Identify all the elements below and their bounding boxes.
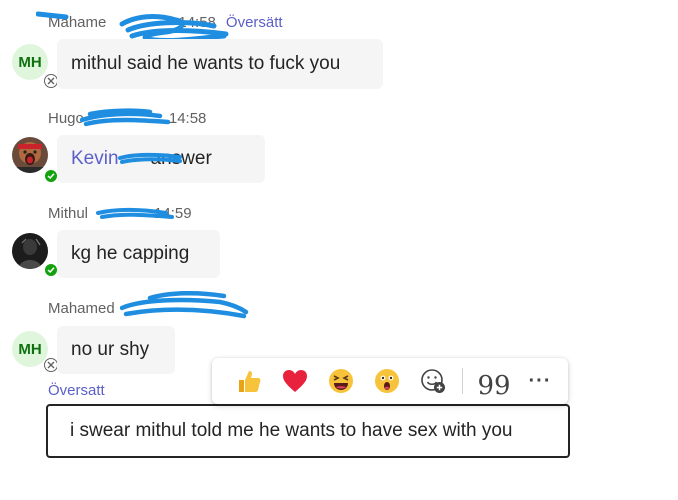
message-bubble[interactable]: Kevin answer: [57, 135, 265, 183]
translation-box: i swear mithul told me he wants to have …: [46, 404, 570, 458]
avatar[interactable]: [12, 233, 48, 269]
offline-status-icon: [44, 74, 58, 88]
surprised-face-icon: [375, 369, 399, 393]
message-bubble[interactable]: no ur shy: [57, 326, 175, 374]
reaction-like[interactable]: [226, 358, 272, 404]
message-bubble[interactable]: mithul said he wants to fuck you: [57, 39, 383, 89]
sender-name: Mahamed: [48, 300, 115, 317]
avatar[interactable]: MH: [12, 44, 48, 80]
reaction-surprised[interactable]: [364, 358, 410, 404]
user-mention[interactable]: Kevin: [71, 148, 119, 170]
quote-button[interactable]: 99: [471, 358, 517, 404]
translation-text: i swear mithul told me he wants to have …: [70, 420, 513, 441]
redaction-scribble: [120, 290, 249, 319]
message-text: kg he capping: [71, 243, 190, 264]
offline-status-icon: [44, 358, 58, 372]
message-3-header: Mithul 14:59: [48, 205, 192, 222]
reaction-heart[interactable]: [272, 358, 318, 404]
reaction-bar: 99 ···: [212, 358, 568, 404]
timestamp: 14:58: [178, 14, 216, 31]
thumbs-up-icon: [239, 371, 261, 392]
message-text: mithul said he wants to fuck you: [71, 53, 341, 74]
reaction-laugh[interactable]: [318, 358, 364, 404]
avatar[interactable]: MH: [12, 331, 48, 367]
message-text: answer: [150, 148, 212, 169]
toolbar-divider: [462, 368, 463, 394]
message-text: no ur shy: [71, 339, 150, 360]
reaction-add[interactable]: [410, 358, 456, 404]
sender-name: Mahame: [48, 14, 107, 31]
heart-icon: [283, 370, 307, 392]
message-2-header: Hugo 14:58: [48, 110, 206, 127]
message-bubble[interactable]: kg he capping: [57, 230, 220, 278]
message-4-header: Mahamed: [48, 300, 115, 317]
more-options-button[interactable]: ···: [517, 358, 563, 404]
sender-name: Hugo: [48, 110, 84, 127]
timestamp: 14:58: [168, 110, 207, 127]
quote-icon: 99: [477, 371, 511, 401]
add-reaction-icon: [421, 369, 445, 393]
message-1-header: Mahame 14:58 Översätt: [48, 14, 283, 31]
avatar[interactable]: [12, 137, 48, 173]
timestamp: 14:59: [154, 205, 192, 222]
translated-label[interactable]: Översatt: [48, 382, 105, 399]
translate-link[interactable]: Översätt: [226, 14, 283, 31]
more-icon: ···: [528, 369, 552, 392]
laughing-face-icon: [329, 369, 353, 393]
sender-name: Mithul: [48, 205, 89, 222]
